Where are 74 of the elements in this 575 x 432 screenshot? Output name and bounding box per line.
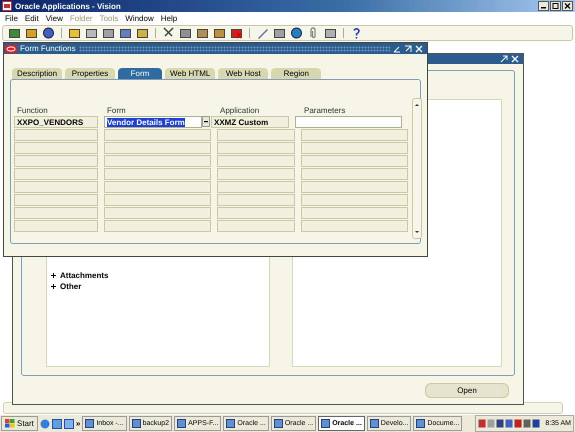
form-field[interactable] — [104, 220, 211, 232]
list-of-values-icon[interactable] — [202, 116, 210, 127]
application-field[interactable] — [217, 129, 295, 141]
function-field[interactable] — [14, 194, 98, 206]
menu-item[interactable]: Edit — [24, 14, 39, 23]
four-squares-icon — [5, 419, 15, 428]
delete-record-icon[interactable] — [230, 27, 243, 39]
maximize-icon[interactable] — [550, 1, 561, 11]
tab[interactable]: Properties — [65, 68, 116, 79]
overflow-chevron[interactable]: » — [76, 419, 80, 428]
parameters-field[interactable] — [301, 207, 408, 219]
function-field[interactable] — [14, 155, 98, 167]
tab[interactable]: Web HTML — [165, 68, 216, 79]
function-field[interactable] — [14, 142, 98, 154]
parameters-field[interactable] — [301, 142, 408, 154]
tree-item[interactable]: Other — [60, 281, 82, 292]
tab[interactable]: Web Host — [218, 68, 268, 79]
parameters-field[interactable] — [301, 168, 408, 180]
tab[interactable]: Description — [12, 68, 62, 79]
function-field[interactable] — [14, 129, 98, 141]
oracle-logo-icon — [5, 44, 17, 52]
start-button[interactable]: Start — [1, 416, 38, 431]
function-field[interactable] — [14, 207, 98, 219]
application-field[interactable] — [217, 155, 295, 167]
parameters-field[interactable] — [295, 116, 402, 128]
function-field[interactable] — [14, 168, 98, 180]
globe-icon[interactable] — [290, 27, 303, 39]
pencil-icon[interactable] — [256, 27, 269, 39]
menu-item[interactable]: Window — [125, 14, 154, 23]
column-header: Function — [16, 106, 49, 115]
application-field[interactable]: XXMZ Custom — [211, 116, 289, 128]
scroll-bar[interactable] — [412, 98, 422, 239]
form-field[interactable] — [104, 155, 211, 167]
plus-icon[interactable] — [51, 284, 56, 289]
menu-item[interactable]: View — [46, 14, 63, 23]
column-header: Parameters — [303, 106, 346, 115]
parameters-field[interactable] — [301, 194, 408, 206]
scissors-icon[interactable] — [162, 27, 175, 39]
form-field[interactable] — [104, 181, 211, 193]
form-field[interactable] — [104, 194, 211, 206]
restore-icon[interactable] — [500, 55, 508, 63]
parameters-field[interactable] — [301, 155, 408, 167]
clock-icon[interactable] — [42, 27, 55, 39]
parameters-field[interactable] — [301, 129, 408, 141]
application-field[interactable] — [217, 194, 295, 206]
menu-item[interactable]: File — [5, 14, 18, 23]
open-button[interactable]: Open — [425, 383, 509, 398]
form-field[interactable] — [104, 142, 211, 154]
tab[interactable]: Form — [118, 68, 162, 79]
application-field[interactable] — [217, 168, 295, 180]
function-field[interactable] — [14, 220, 98, 232]
parameters-field[interactable] — [301, 220, 408, 232]
menu-item[interactable]: Help — [160, 14, 178, 23]
form-field[interactable]: Vendor Details Form — [104, 116, 202, 128]
window-title: Form Functions — [20, 44, 76, 53]
function-field[interactable]: XXPO_VENDORS — [14, 116, 98, 128]
column-header: Form — [106, 106, 127, 115]
form-field[interactable] — [104, 207, 211, 219]
plus-icon[interactable] — [51, 273, 56, 278]
tab[interactable]: Region — [271, 68, 322, 79]
tree-item[interactable]: Attachments — [60, 270, 108, 281]
application-field[interactable] — [217, 220, 295, 232]
application-field[interactable] — [217, 142, 295, 154]
minimize-icon[interactable] — [538, 1, 549, 11]
application-field[interactable] — [217, 207, 295, 219]
close-icon[interactable] — [562, 1, 573, 11]
form-field[interactable] — [104, 129, 211, 141]
function-field[interactable] — [14, 181, 98, 193]
application-field[interactable] — [217, 181, 295, 193]
window-title: Oracle Applications - Vision — [15, 2, 122, 10]
parameters-field[interactable] — [301, 181, 408, 193]
column-header: Application — [219, 106, 260, 115]
form-field[interactable] — [104, 168, 211, 180]
form-value: Vendor Details Form — [107, 118, 185, 127]
